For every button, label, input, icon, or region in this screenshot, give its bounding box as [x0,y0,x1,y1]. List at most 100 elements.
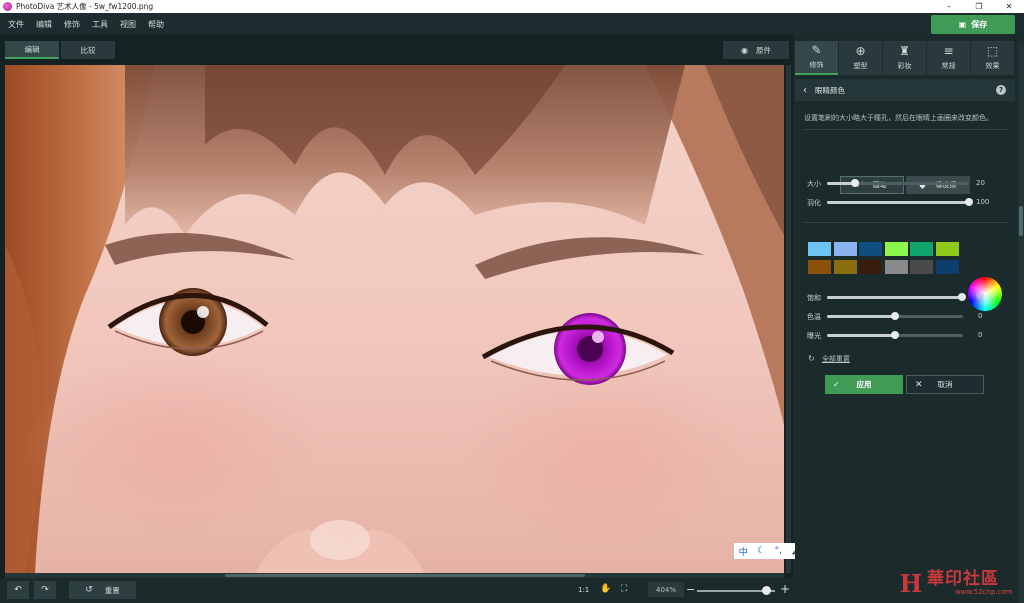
check-icon: ✓ [833,380,840,389]
divider [804,222,1009,223]
reset-all-label: 全部重置 [821,355,850,363]
menu-help[interactable]: 帮助 [148,19,164,30]
makeup-icon: ♜ [899,44,910,58]
tools-panel: ✎ 修饰 ⊕ 塑型 ♜ 彩妆 ≡ 常规 ⬚ 效果 ‹ 眼睛颜色 ? 设置笔刷的大… [795,35,1024,603]
hand-tool-icon[interactable]: ✋ [600,584,611,594]
reset-icon: ↻ [808,354,815,363]
tab-compare[interactable]: 比较 [61,41,115,59]
menu-tools[interactable]: 工具 [92,19,108,30]
color-swatch[interactable] [833,242,857,256]
fit-screen-icon[interactable]: ⛶ [621,584,627,594]
tab-general[interactable]: ≡ 常规 [927,41,970,75]
portrait-image [5,65,784,573]
app-logo-icon [3,2,12,11]
tab-edit[interactable]: 编辑 [5,41,59,59]
feather-value: 100 [976,198,990,206]
redo-icon: ↷ [41,585,49,595]
retouch-icon: ✎ [811,43,822,57]
ime-moon-icon[interactable]: ☾ [757,546,765,556]
slider-fill [827,315,895,318]
section-title: 眼睛颜色 [815,85,845,95]
slider-knob[interactable] [965,198,973,206]
color-swatch[interactable] [859,242,882,256]
menu-edit[interactable]: 编辑 [36,19,52,30]
tab-reshape[interactable]: ⊕ 塑型 [839,41,882,75]
slider-fill [827,334,895,337]
tab-label: 修饰 [809,61,824,69]
color-swatch[interactable] [910,260,933,274]
color-swatch[interactable] [884,242,908,256]
temperature-slider[interactable] [827,312,963,320]
undo-button[interactable]: ↶ [7,581,29,599]
zoom-out-icon[interactable]: − [686,583,695,596]
zoom-slider-knob[interactable] [761,586,771,595]
brush-button[interactable]: ⟋ 画笔 [840,176,904,194]
saturation-slider[interactable] [827,293,966,301]
save-label: 保存 [971,20,988,29]
watermark-text: 華印社區 www.52cnp.com [927,570,1013,596]
vertical-scrollbar[interactable] [786,65,791,573]
close-icon: ✕ [915,379,923,390]
color-swatch[interactable] [935,260,959,274]
save-icon: ▣ [958,20,967,29]
restore-icon[interactable]: ❐ [964,0,994,13]
zoom-in-icon[interactable]: + [780,582,790,596]
photo-canvas[interactable] [5,65,784,573]
slider-knob[interactable] [957,293,966,301]
eraser-button[interactable]: ◆ 橡皮擦 [906,176,970,194]
saturation-value: 99 [976,293,985,301]
color-swatch[interactable] [910,242,933,256]
ime-punct-icon[interactable]: °, [775,546,782,556]
panel-scroll-thumb[interactable] [1019,206,1023,236]
minimize-icon[interactable]: – [934,0,964,13]
menu-view[interactable]: 视图 [120,19,136,30]
exposure-slider[interactable] [827,331,963,339]
saturation-label: 饱和 [807,294,821,302]
color-swatch[interactable] [808,242,831,256]
slider-knob[interactable] [891,312,899,320]
panel-scrollbar[interactable] [1018,41,1024,603]
color-swatch[interactable] [808,260,831,274]
original-label: 原件 [755,45,771,55]
color-swatch[interactable] [833,260,857,274]
slider-knob[interactable] [891,331,899,339]
tab-retouch[interactable]: ✎ 修饰 [795,41,838,75]
back-arrow-icon[interactable]: ‹ [803,85,807,96]
cancel-button[interactable]: ✕ 取消 [906,375,984,394]
color-swatch[interactable] [884,260,908,274]
feather-slider[interactable] [827,198,973,206]
section-description: 设置笔刷的大小略大于瞳孔，然后在眼睛上画圈来改变颜色。 [804,114,993,122]
temperature-label: 色温 [807,313,821,321]
reset-button[interactable]: ↺ 重置 [69,581,136,599]
show-original-button[interactable]: ◉ 原件 [723,41,789,59]
window-title: PhotoDiva 艺术人像 - 5w_fw1200.png [16,2,154,11]
menu-bar: 文件 编辑 修饰 工具 视图 帮助 [0,13,1024,35]
scroll-thumb[interactable] [225,574,585,577]
zoom-level-field[interactable]: 404% [648,582,684,597]
color-swatch[interactable] [935,242,959,256]
reset-all-link[interactable]: ↻ 全部重置 [808,354,850,364]
size-value: 20 [976,179,985,187]
watermark-name: 華印社區 [927,569,999,589]
help-icon[interactable]: ? [996,85,1006,95]
reset-icon: ↺ [85,585,93,595]
ime-lang[interactable]: 中 [739,545,748,558]
menu-retouch[interactable]: 修饰 [64,19,80,30]
tab-label: 塑型 [853,62,868,70]
color-swatch[interactable] [859,260,882,274]
apply-button[interactable]: ✓ 应用 [825,375,903,394]
tab-effects[interactable]: ⬚ 效果 [971,41,1014,75]
tab-makeup[interactable]: ♜ 彩妆 [883,41,926,75]
color-wheel-icon[interactable] [968,277,1002,311]
tab-label: 效果 [985,62,1000,70]
actual-size-button[interactable]: 1:1 [578,586,589,594]
exposure-value: 0 [978,331,983,339]
tab-label: 彩妆 [897,62,912,70]
redo-button[interactable]: ↷ [34,581,56,599]
reset-label: 重置 [104,585,120,595]
close-icon[interactable]: ✕ [994,0,1024,13]
section-header: ‹ 眼睛颜色 ? [795,79,1015,101]
size-slider[interactable] [827,179,969,187]
save-button[interactable]: ▣ 保存 [931,15,1015,34]
menu-file[interactable]: 文件 [8,19,24,30]
